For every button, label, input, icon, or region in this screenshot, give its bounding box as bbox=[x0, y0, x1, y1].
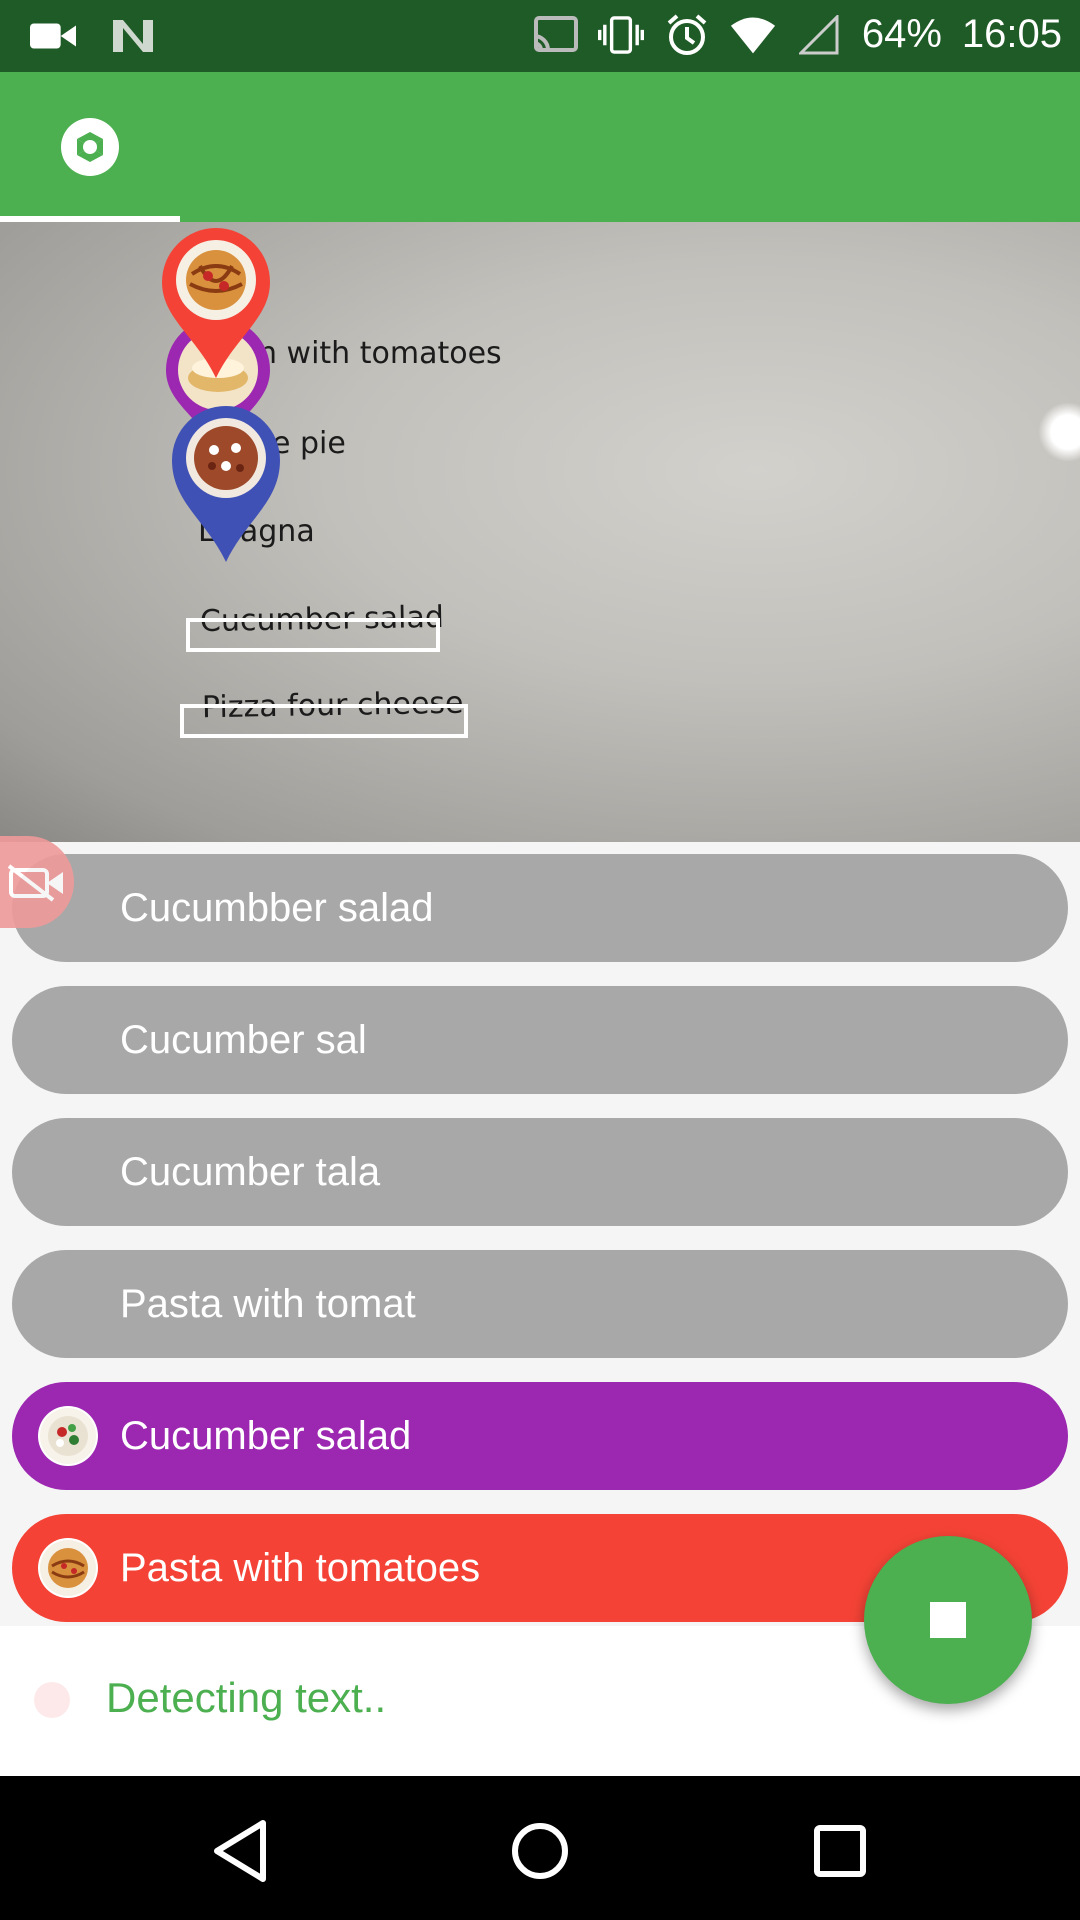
n-icon bbox=[110, 16, 156, 56]
app-bar bbox=[0, 72, 1080, 222]
list-item-label: Cucumbber salad bbox=[120, 885, 434, 930]
video-off-icon bbox=[7, 864, 63, 902]
status-bar: 64% 16:05 bbox=[0, 0, 1080, 72]
map-pin-pasta[interactable] bbox=[160, 226, 272, 382]
home-button[interactable] bbox=[495, 1806, 585, 1896]
list-item-label: Pasta with tomatoes bbox=[120, 1545, 481, 1590]
map-pin-lasagna[interactable] bbox=[170, 402, 282, 566]
back-icon bbox=[214, 1820, 266, 1882]
camera-preview[interactable]: n with tomatoes e pie L sagna Cucumber s… bbox=[0, 222, 1080, 842]
list-item-label: Pasta with tomat bbox=[120, 1281, 416, 1326]
list-item-label: Cucumber salad bbox=[120, 1413, 412, 1458]
detection-box bbox=[180, 704, 468, 738]
clock: 16:05 bbox=[961, 12, 1062, 56]
tab-camera[interactable] bbox=[0, 72, 180, 222]
navigation-bar bbox=[0, 1776, 1080, 1920]
battery-percent: 64% bbox=[861, 12, 942, 56]
back-button[interactable] bbox=[196, 1806, 286, 1896]
stop-button[interactable] bbox=[864, 1536, 1032, 1704]
alarm-icon bbox=[664, 13, 710, 55]
salad-thumbnail-icon bbox=[38, 1406, 98, 1466]
light-flare bbox=[1038, 402, 1080, 462]
list-item[interactable]: Cucumber sal bbox=[12, 986, 1068, 1094]
camera-aperture-icon bbox=[61, 118, 119, 176]
list-item-label: Cucumber sal bbox=[120, 1017, 367, 1062]
home-icon bbox=[512, 1823, 568, 1879]
list-item[interactable]: Pasta with tomat bbox=[12, 1250, 1068, 1358]
recents-button[interactable] bbox=[795, 1806, 885, 1896]
list-item[interactable]: Cucumbber salad bbox=[12, 854, 1068, 962]
detection-box bbox=[186, 618, 440, 652]
cast-icon bbox=[532, 15, 578, 55]
recents-icon bbox=[814, 1825, 866, 1877]
list-item[interactable]: Cucumber tala bbox=[12, 1118, 1068, 1226]
wifi-icon bbox=[730, 15, 776, 55]
stop-icon bbox=[930, 1602, 966, 1638]
status-indicator bbox=[34, 1682, 70, 1718]
signal-icon bbox=[796, 14, 842, 55]
list-item-label: Cucumber tala bbox=[120, 1149, 381, 1194]
video-camera-icon bbox=[30, 16, 76, 56]
pasta-thumbnail-icon bbox=[38, 1538, 98, 1598]
preview-text-line: e pie bbox=[272, 426, 346, 461]
preview-text-line: n with tomatoes bbox=[258, 336, 502, 371]
list-item[interactable]: Cucumber salad bbox=[12, 1382, 1068, 1490]
vibrate-icon bbox=[597, 15, 644, 55]
status-text: Detecting text.. bbox=[106, 1674, 387, 1721]
